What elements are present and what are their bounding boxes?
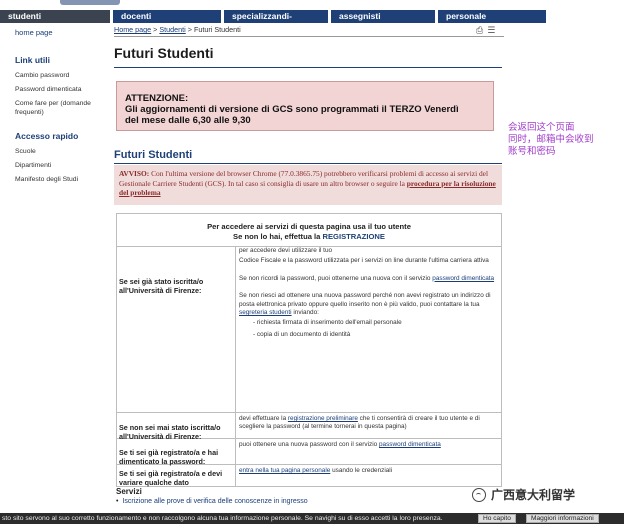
row-value: puoi ottenere una nuova password con il …: [237, 441, 499, 449]
panel-header-line-2: Se non lo hai, effettua la REGISTRAZIONE: [117, 232, 501, 242]
tab-studenti[interactable]: studenti: [0, 10, 110, 23]
chat-logo-icon: [472, 487, 486, 502]
breadcrumb-current: Futuri Studenti: [193, 25, 241, 34]
table-row: Se ti sei già registrato/a e hai dimenti…: [117, 439, 501, 466]
tab-specializzandi-dottorandi[interactable]: specializzandi-dottorandi: [224, 10, 328, 34]
sidebar-accesso-title: Accesso rapido: [15, 131, 79, 141]
warning-lead: AVVISO:: [119, 169, 150, 178]
servizi-title: Servizi: [116, 487, 142, 496]
row-label: Se ti sei già registrato/a e devi variar…: [119, 469, 223, 487]
tab-docenti[interactable]: docenti: [113, 10, 221, 23]
main-nav: studenti docenti specializzandi-dottoran…: [0, 10, 548, 34]
row-label: Se sei già stato iscritta/o all'Universi…: [119, 277, 204, 295]
handwritten-annotation: 会返回这个页面 同时，邮箱中会收到 账号和密码: [508, 122, 618, 158]
tab-personale[interactable]: personale: [438, 10, 546, 23]
sidebar-item-password-dimenticata[interactable]: Password dimenticata: [15, 85, 108, 94]
row-text: per accedere devi utilizzare il tuo: [239, 247, 333, 254]
row-text-prefix: Se non ricordi la password, puoi ottener…: [239, 274, 433, 282]
print-icon[interactable]: ⎙: [476, 25, 483, 36]
sidebar-item-faq[interactable]: Come fare per (domande frequenti): [15, 99, 108, 117]
sidebar-item-dipartimenti[interactable]: Dipartimenti: [15, 161, 108, 170]
logo-fragment: [60, 0, 120, 5]
section-divider: [114, 163, 502, 164]
panel-header-line-1: Per accedere ai servizi di questa pagina…: [207, 222, 411, 231]
password-dimenticata-link[interactable]: password dimenticata: [432, 275, 494, 282]
pagina-personale-link[interactable]: entra nella tua pagina personale: [239, 467, 330, 474]
page-tools: ⎙ ☰: [476, 25, 495, 36]
row-text: Se non ricordi la password, puoi ottener…: [239, 275, 499, 283]
registrazione-link[interactable]: REGISTRAZIONE: [323, 232, 385, 241]
sidebar-link-utili-title: Link utili: [15, 55, 50, 65]
cookie-accept-button[interactable]: Ho capito: [478, 514, 516, 523]
row-text: Se non riesci ad ottenere una nuova pass…: [239, 292, 499, 317]
maintenance-alert: ATTENZIONE: Gli aggiornamenti di version…: [116, 81, 494, 131]
breadcrumb-home[interactable]: Home page: [114, 25, 151, 34]
annotation-line: 同时，邮箱中会收到: [508, 134, 594, 145]
row-value: devi effettuare la registrazione prelimi…: [237, 415, 499, 432]
access-panel: Per accedere ai servizi di questa pagina…: [116, 213, 502, 487]
row-text-prefix: puoi ottenere una nuova password con il …: [239, 441, 379, 448]
row-text-prefix: devi effettuare la: [239, 415, 288, 422]
section-title: Futuri Studenti: [114, 149, 193, 161]
row-text-suffix: usando le credenziali: [330, 467, 393, 474]
row-text-prefix: Se non riesci ad ottenere una nuova pass…: [239, 292, 491, 308]
table-row: Se non sei mai stato iscritta/o all'Univ…: [117, 413, 501, 441]
segreteria-studenti-link[interactable]: segreteria studenti: [239, 309, 292, 316]
row-text-suffix: inviando:: [291, 309, 319, 317]
servizi-item[interactable]: • Iscrizione alle prove di verifica delle…: [116, 498, 308, 505]
sidebar-item-scuole[interactable]: Scuole: [15, 147, 108, 156]
table-row: Se ti sei già registrato/a e devi variar…: [117, 465, 501, 487]
sidebar: home page Link utili Cambio password Pas…: [0, 23, 108, 513]
sidebar-item-cambio-password[interactable]: Cambio password: [15, 71, 108, 80]
breadcrumb: Home page > Studenti > Futuri Studenti: [114, 23, 504, 37]
column-divider: [235, 247, 236, 412]
row-label: Se ti sei già registrato/a e hai dimenti…: [119, 448, 219, 466]
breadcrumb-sep: >: [153, 25, 158, 34]
row-text: Codice Fiscale e la password utilizzata …: [239, 257, 489, 265]
annotation-line: 会返回这个页面: [508, 122, 575, 133]
title-divider: [114, 67, 502, 68]
row-value: entra nella tua pagina personale usando …: [237, 467, 499, 475]
panel-header: Per accedere ai servizi di questa pagina…: [117, 214, 501, 247]
table-row: Se sei già stato iscritta/o all'Universi…: [117, 247, 501, 413]
registrazione-preliminare-link[interactable]: registrazione preliminare: [288, 415, 358, 422]
cookie-info-button[interactable]: Maggiori informazioni: [526, 514, 599, 523]
alert-heading: ATTENZIONE:: [125, 93, 189, 104]
tab-assegnisti[interactable]: assegnisti: [331, 10, 435, 23]
main-content: Home page > Studenti > Futuri Studenti ⎙…: [114, 23, 504, 505]
list-item: - richiesta firmata di inserimento dell'…: [253, 319, 402, 327]
sidebar-item-manifesto[interactable]: Manifesto degli Studi: [15, 175, 108, 184]
top-strip: [0, 0, 624, 10]
watermark: 广西意大利留学: [472, 486, 575, 503]
watermark-text: 广西意大利留学: [491, 488, 576, 502]
column-divider: [235, 439, 236, 464]
breadcrumb-sep: >: [187, 25, 192, 34]
cookie-text: sto sito servono al suo corretto funzion…: [2, 515, 443, 522]
column-divider: [235, 413, 236, 438]
sidebar-home-link[interactable]: home page: [15, 28, 108, 37]
panel-header-prefix: Se non lo hai, effettua la: [233, 232, 323, 241]
list-icon[interactable]: ☰: [487, 25, 495, 36]
page-title: Futuri Studenti: [114, 45, 214, 61]
breadcrumb-studenti[interactable]: Studenti: [159, 25, 185, 34]
alert-line-2: del mese dalle 6,30 alle 9,30: [125, 115, 251, 126]
password-dimenticata-link[interactable]: password dimenticata: [379, 441, 441, 448]
row-value: per accedere devi utilizzare il tuo Codi…: [237, 247, 499, 342]
list-item: - copia di un documento di identità: [253, 330, 351, 338]
servizi-item-label: Iscrizione alle prove di verifica delle …: [122, 498, 308, 505]
bullet-icon: •: [116, 498, 119, 505]
browser-warning: AVVISO: Con l'ultima versione del browse…: [114, 165, 502, 205]
column-divider: [235, 465, 236, 487]
annotation-line: 账号和密码: [508, 146, 556, 157]
breadcrumb-divider: [114, 36, 504, 37]
alert-line-1: Gli aggiornamenti di versione di GCS son…: [125, 104, 459, 115]
cookie-bar: sto sito servono al suo corretto funzion…: [0, 513, 624, 524]
